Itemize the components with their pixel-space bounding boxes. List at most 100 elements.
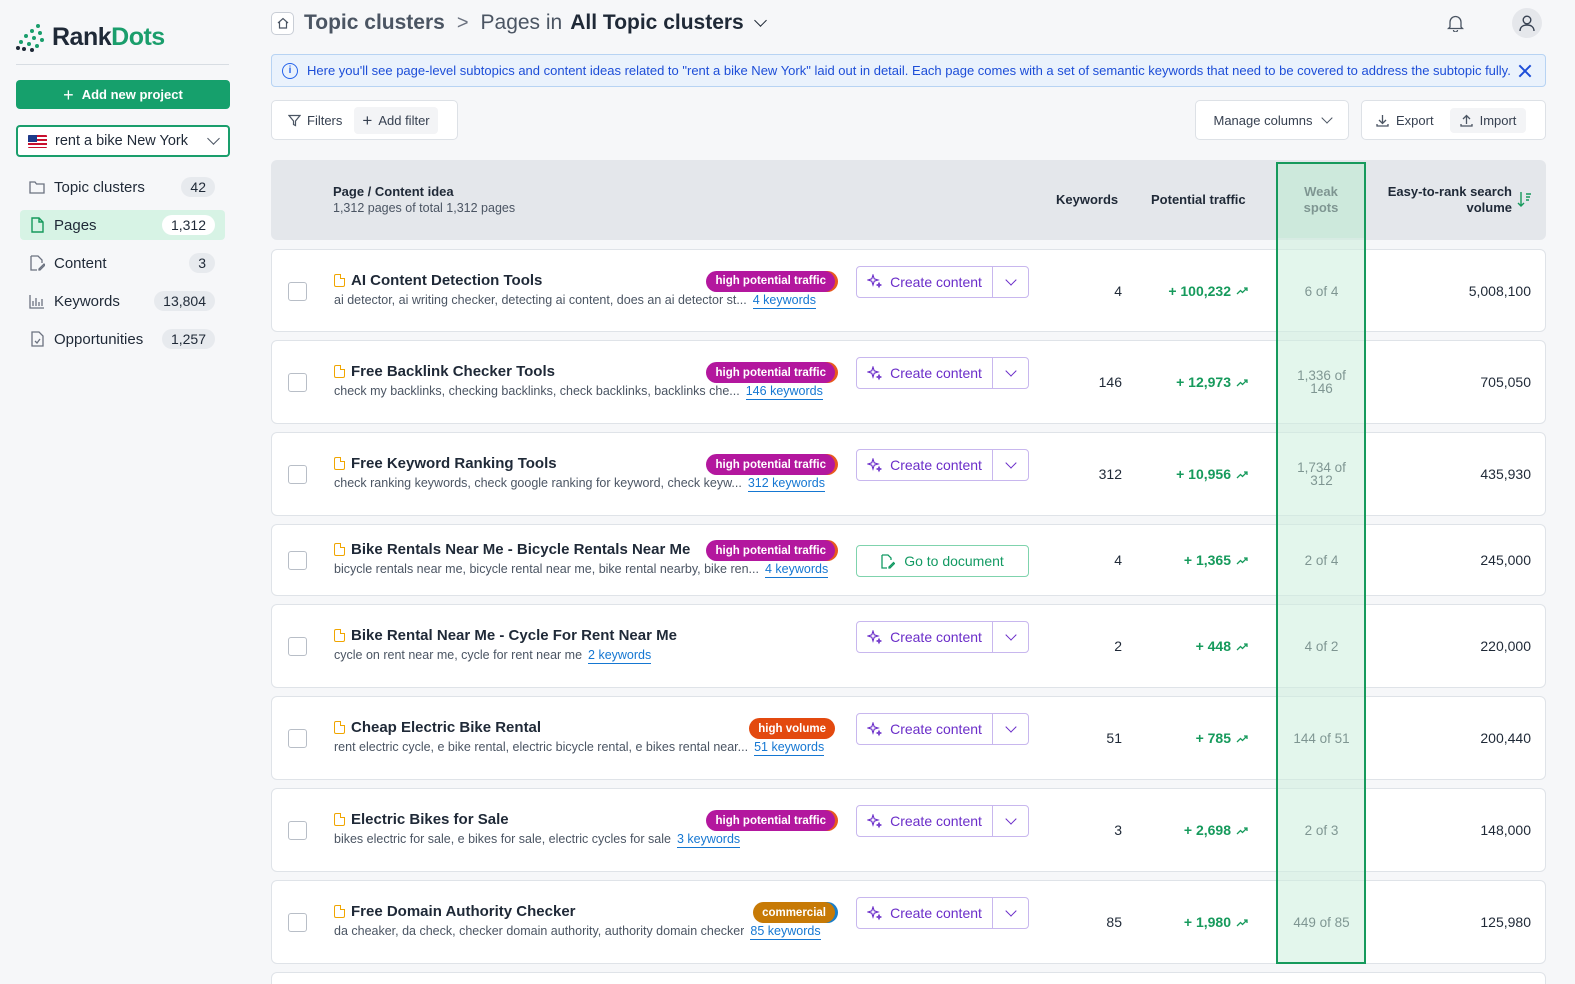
row-potential-traffic: + 10,956 (1132, 466, 1248, 482)
row-keywords-link[interactable]: 85 keywords (750, 924, 821, 940)
sidebar-item-topic-clusters[interactable]: Topic clusters 42 (20, 172, 225, 202)
sidebar-item-count: 1,257 (161, 329, 215, 349)
import-label: Import (1479, 112, 1517, 128)
row-keywords-link[interactable]: 51 keywords (754, 740, 825, 756)
row-keywords-link[interactable]: 4 keywords (752, 293, 816, 309)
traffic-value: + 100,232 (1168, 282, 1231, 299)
close-icon[interactable] (1515, 61, 1535, 81)
row-title[interactable]: Free Backlink Checker Tools (351, 363, 555, 380)
row-title[interactable]: Bike Rentals Near Me - Bicycle Rentals N… (351, 541, 690, 558)
row-search-volume: 125,980 (1480, 914, 1531, 930)
sidebar: RankDots + Add new project rent a bike N… (0, 0, 245, 984)
cluster-select[interactable]: All Topic clusters (570, 11, 744, 35)
create-content-dropdown[interactable] (993, 450, 1028, 480)
create-content-dropdown[interactable] (993, 806, 1028, 836)
info-banner: i Here you'll see page-level subtopics a… (271, 54, 1546, 87)
create-content-button[interactable]: Create content (857, 898, 993, 928)
row-keywords-link[interactable]: 312 keywords (747, 476, 825, 492)
row-checkbox[interactable] (288, 465, 307, 484)
row-search-volume: 220,000 (1480, 638, 1531, 654)
table-row[interactable]: Cheap Electric Bike Rental rent electric… (271, 696, 1546, 780)
add-filter-button[interactable]: + Add filter (354, 106, 438, 134)
manage-columns-button[interactable]: Manage columns (1195, 100, 1349, 140)
table-row[interactable]: Free Domain Authority Checker da cheaker… (271, 880, 1546, 964)
row-keywords-link[interactable]: 146 keywords (745, 384, 823, 400)
col-page-header[interactable]: Page / Content idea 1,312 pages of total… (333, 184, 515, 215)
trend-up-icon (1236, 826, 1248, 835)
table-row[interactable] (271, 972, 1546, 984)
col-traffic-header[interactable]: Potential traffic (1151, 192, 1246, 207)
row-potential-traffic: + 100,232 (1132, 283, 1248, 299)
row-checkbox[interactable] (288, 281, 307, 301)
create-content-button[interactable]: Create content (857, 266, 993, 297)
sort-descending-icon[interactable] (1517, 191, 1532, 208)
table-row[interactable]: AI Content Detection Tools ai detector, … (271, 249, 1546, 332)
row-title[interactable]: Bike Rental Near Me - Cycle For Rent Nea… (351, 627, 677, 644)
row-checkbox[interactable] (288, 729, 307, 748)
add-project-button[interactable]: + Add new project (16, 80, 230, 109)
sidebar-item-content[interactable]: Content 3 (20, 248, 225, 278)
chevron-down-icon (1004, 365, 1017, 377)
filters-button[interactable]: Filters (280, 108, 350, 133)
create-content-dropdown[interactable] (993, 358, 1028, 388)
project-select[interactable]: rent a bike New York (16, 125, 230, 157)
col-volume-header[interactable]: Easy-to-rank search volume (1380, 184, 1512, 216)
sidebar-item-opportunities[interactable]: Opportunities 1,257 (20, 324, 225, 354)
table-row[interactable]: Free Backlink Checker Tools check my bac… (271, 340, 1546, 424)
row-checkbox[interactable] (288, 913, 307, 932)
col-weak-spots-header[interactable]: Weak spots (1278, 184, 1364, 216)
row-keywords: bicycle rentals near me, bicycle rental … (334, 562, 829, 578)
create-content-dropdown[interactable] (993, 898, 1028, 928)
row-keywords-link[interactable]: 2 keywords (588, 648, 652, 664)
row-title[interactable]: Electric Bikes for Sale (351, 811, 509, 828)
row-title[interactable]: Cheap Electric Bike Rental (351, 719, 541, 736)
row-weak-spots: 1,336 of 146 (1277, 369, 1366, 396)
row-title[interactable]: Free Domain Authority Checker (351, 903, 576, 920)
row-title[interactable]: Free Keyword Ranking Tools (351, 455, 557, 472)
sidebar-item-count: 1,312 (161, 215, 215, 235)
table-row[interactable]: Bike Rental Near Me - Cycle For Rent Nea… (271, 604, 1546, 688)
page-doc-icon (334, 629, 345, 642)
create-content-button[interactable]: Create content (857, 622, 993, 652)
project-name: rent a bike New York (55, 133, 188, 149)
col-keywords-header[interactable]: Keywords (1056, 192, 1118, 207)
export-button[interactable]: Export (1366, 108, 1444, 133)
go-to-document-button[interactable]: Go to document (856, 545, 1029, 577)
row-badge: high potential traffic (706, 362, 835, 383)
row-checkbox[interactable] (288, 821, 307, 840)
logo[interactable]: RankDots (16, 22, 165, 52)
create-content-button[interactable]: Create content (857, 714, 993, 744)
logo-text: RankDots (52, 22, 165, 51)
breadcrumb-topic-clusters[interactable]: Topic clusters (304, 11, 445, 35)
table-row[interactable]: Electric Bikes for Sale bikes electric f… (271, 788, 1546, 872)
row-title[interactable]: AI Content Detection Tools (351, 272, 542, 289)
add-project-label: Add new project (81, 87, 183, 102)
sidebar-item-label: Opportunities (54, 330, 144, 348)
create-content-button[interactable]: Create content (857, 806, 993, 836)
row-keywords-link[interactable]: 4 keywords (764, 562, 829, 578)
avatar[interactable] (1512, 8, 1542, 38)
breadcrumb: Topic clusters > Pages in All Topic clus… (271, 8, 767, 38)
sidebar-item-keywords[interactable]: Keywords 13,804 (20, 286, 225, 316)
sidebar-item-pages[interactable]: Pages 1,312 (20, 210, 225, 240)
row-search-volume: 5,008,100 (1468, 282, 1531, 299)
create-content-button[interactable]: Create content (857, 358, 993, 388)
create-content-dropdown[interactable] (993, 267, 1028, 297)
create-content-button[interactable]: Create content (857, 450, 993, 480)
user-icon (1519, 15, 1535, 32)
table-row[interactable]: Bike Rentals Near Me - Bicycle Rentals N… (271, 524, 1546, 596)
action-label: Create content (890, 273, 982, 290)
row-checkbox[interactable] (288, 637, 307, 656)
create-content-dropdown[interactable] (993, 714, 1028, 744)
bell-icon[interactable] (1446, 14, 1465, 37)
table-row[interactable]: Free Keyword Ranking Tools check ranking… (271, 432, 1546, 516)
import-button[interactable]: Import (1449, 107, 1527, 133)
row-checkbox[interactable] (288, 551, 307, 570)
row-potential-traffic: + 448 (1132, 638, 1248, 654)
row-keywords: rent electric cycle, e bike rental, elec… (334, 740, 825, 756)
row-checkbox[interactable] (288, 373, 307, 392)
chevron-down-icon[interactable] (753, 14, 767, 27)
home-button[interactable] (271, 11, 294, 35)
row-keywords-link[interactable]: 3 keywords (676, 832, 741, 848)
create-content-dropdown[interactable] (993, 622, 1028, 652)
